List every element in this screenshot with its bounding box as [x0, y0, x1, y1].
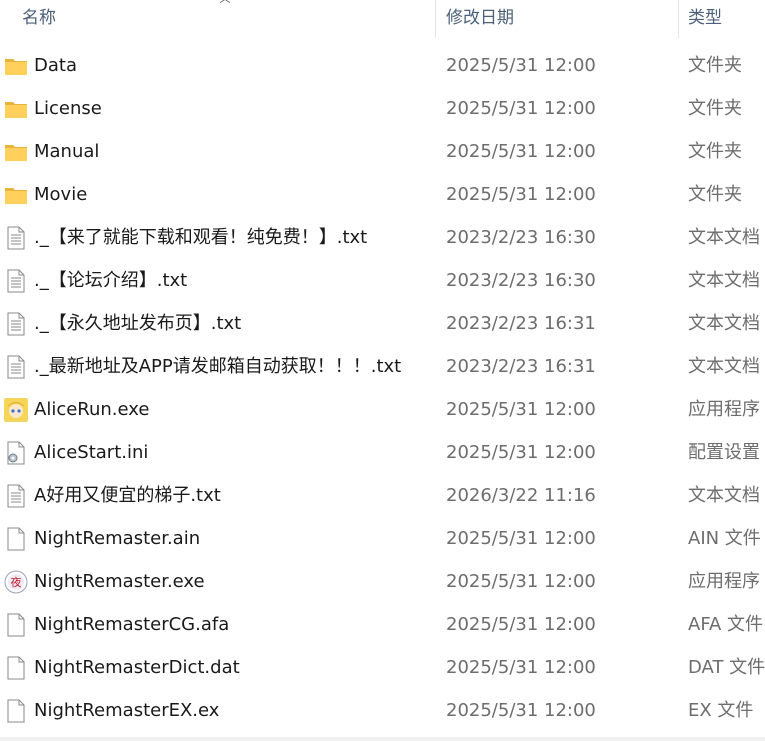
column-header-type[interactable]: 类型 — [688, 0, 765, 38]
file-name: Data — [34, 55, 77, 76]
column-header-name[interactable]: 名称 — [22, 0, 432, 38]
horizontal-scrollbar[interactable] — [0, 737, 765, 741]
folder-icon — [4, 54, 28, 78]
file-name: ._【来了就能下载和观看！纯免费！】.txt — [34, 227, 368, 248]
file-modified-date: 2025/5/31 12:00 — [446, 98, 596, 119]
file-list: Data 2025/5/31 12:00 文件夹 License 2025/5/31 1… — [0, 44, 765, 732]
file-modified-date: 2025/5/31 12:00 — [446, 55, 596, 76]
file-name: NightRemaster.ain — [34, 528, 201, 549]
file-modified-date: 2023/2/23 16:31 — [446, 313, 596, 334]
file-row[interactable]: NightRemasterDict.dat 2025/5/31 12:00 DAT … — [0, 646, 765, 689]
file-name: Manual — [34, 141, 100, 162]
file-row[interactable]: Data 2025/5/31 12:00 文件夹 — [0, 44, 765, 87]
file-row[interactable]: 夜 NightRemaster.exe 2025/5/31 12:00 应用程序 — [0, 560, 765, 603]
file-modified-date: 2025/5/31 12:00 — [446, 442, 596, 463]
file-name: NightRemasterEX.ex — [34, 700, 220, 721]
file-type: 文本文档 — [688, 313, 760, 334]
file-type: 文本文档 — [688, 227, 760, 248]
file-name: A好用又便宜的梯子.txt — [34, 485, 221, 506]
file-type: AIN 文件 — [688, 528, 761, 549]
file-modified-date: 2025/5/31 12:00 — [446, 141, 596, 162]
file-modified-date: 2025/5/31 12:00 — [446, 184, 596, 205]
file-modified-date: 2025/5/31 12:00 — [446, 399, 596, 420]
column-header-date[interactable]: 修改日期 — [446, 0, 676, 38]
file-type: 文本文档 — [688, 270, 760, 291]
file-row[interactable]: A好用又便宜的梯子.txt 2026/3/22 11:16 文本文档 — [0, 474, 765, 517]
file-type: 应用程序 — [688, 571, 760, 592]
file-row[interactable]: ._最新地址及APP请发邮箱自动获取！！！.txt 2023/2/23 16:31… — [0, 345, 765, 388]
blank-file-icon — [4, 527, 28, 551]
file-modified-date: 2023/2/23 16:30 — [446, 227, 596, 248]
file-row[interactable]: ._【论坛介绍】.txt 2023/2/23 16:30 文本文档 — [0, 259, 765, 302]
file-row[interactable]: AliceStart.ini 2025/5/31 12:00 配置设置 — [0, 431, 765, 474]
app-badge-icon: 夜 — [4, 570, 28, 594]
file-name: NightRemasterDict.dat — [34, 657, 240, 678]
blank-file-icon — [4, 656, 28, 680]
column-header-bar: ︿ 名称 修改日期 类型 — [0, 0, 765, 38]
file-name: License — [34, 98, 102, 119]
file-modified-date: 2025/5/31 12:00 — [446, 528, 596, 549]
file-row[interactable]: Movie 2025/5/31 12:00 文件夹 — [0, 173, 765, 216]
file-type: 文件夹 — [688, 98, 742, 119]
column-divider[interactable] — [678, 0, 679, 38]
file-row[interactable]: AliceRun.exe 2025/5/31 12:00 应用程序 — [0, 388, 765, 431]
file-type: 文件夹 — [688, 184, 742, 205]
file-modified-date: 2023/2/23 16:30 — [446, 270, 596, 291]
text-file-icon — [4, 312, 28, 336]
text-file-icon — [4, 484, 28, 508]
file-modified-date: 2025/5/31 12:00 — [446, 700, 596, 721]
file-name: ._最新地址及APP请发邮箱自动获取！！！.txt — [34, 356, 402, 377]
blank-file-icon — [4, 699, 28, 723]
file-name: NightRemasterCG.afa — [34, 614, 230, 635]
file-name: AliceStart.ini — [34, 442, 149, 463]
blank-file-icon — [4, 613, 28, 637]
file-type: AFA 文件 — [688, 614, 764, 635]
file-modified-date: 2025/5/31 12:00 — [446, 614, 596, 635]
file-modified-date: 2025/5/31 12:00 — [446, 657, 596, 678]
file-type: 文件夹 — [688, 55, 742, 76]
file-type: 应用程序 — [688, 399, 760, 420]
file-row[interactable]: Manual 2025/5/31 12:00 文件夹 — [0, 130, 765, 173]
file-row[interactable]: License 2025/5/31 12:00 文件夹 — [0, 87, 765, 130]
file-type: 文本文档 — [688, 485, 760, 506]
svg-text:夜: 夜 — [11, 575, 22, 589]
folder-icon — [4, 183, 28, 207]
file-row[interactable]: NightRemasterCG.afa 2025/5/31 12:00 AFA 文件 — [0, 603, 765, 646]
text-file-icon — [4, 269, 28, 293]
file-row[interactable]: NightRemasterEX.ex 2025/5/31 12:00 EX 文件 — [0, 689, 765, 732]
file-modified-date: 2026/3/22 11:16 — [446, 485, 596, 506]
file-name: NightRemaster.exe — [34, 571, 205, 592]
file-type: DAT 文件 — [688, 657, 765, 678]
file-row[interactable]: ._【来了就能下载和观看！纯免费！】.txt 2023/2/23 16:30 文本文… — [0, 216, 765, 259]
file-type: 文本文档 — [688, 356, 760, 377]
file-modified-date: 2023/2/23 16:31 — [446, 356, 596, 377]
app-character-icon — [4, 398, 28, 422]
file-modified-date: 2025/5/31 12:00 — [446, 571, 596, 592]
file-type: EX 文件 — [688, 700, 754, 721]
text-file-icon — [4, 355, 28, 379]
text-file-icon — [4, 226, 28, 250]
file-name: ._【永久地址发布页】.txt — [34, 313, 242, 334]
folder-icon — [4, 97, 28, 121]
file-type: 文件夹 — [688, 141, 742, 162]
file-name: Movie — [34, 184, 88, 205]
file-row[interactable]: NightRemaster.ain 2025/5/31 12:00 AIN 文件 — [0, 517, 765, 560]
column-divider[interactable] — [435, 0, 436, 38]
folder-icon — [4, 140, 28, 164]
file-row[interactable]: ._【永久地址发布页】.txt 2023/2/23 16:31 文本文档 — [0, 302, 765, 345]
file-type: 配置设置 — [688, 442, 760, 463]
file-name: ._【论坛介绍】.txt — [34, 270, 188, 291]
config-file-icon — [4, 441, 28, 465]
file-name: AliceRun.exe — [34, 399, 150, 420]
